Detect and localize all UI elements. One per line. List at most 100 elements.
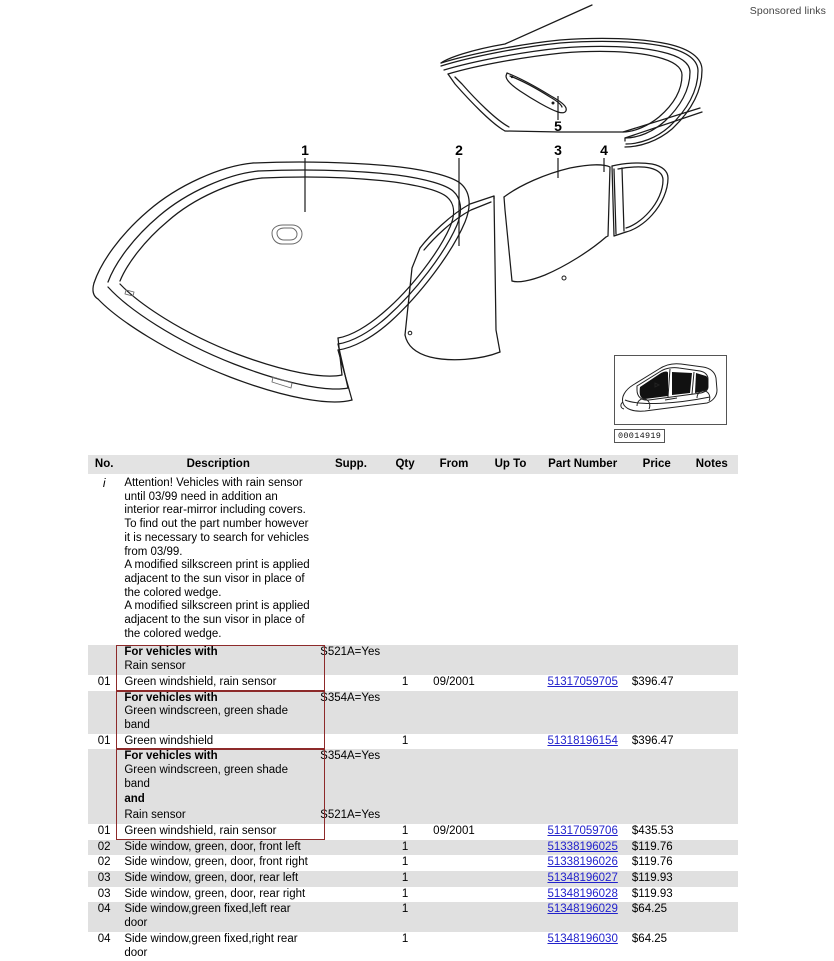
- part-number-link[interactable]: 51318196154: [547, 735, 617, 747]
- cell-part-number[interactable]: 51348196029: [537, 902, 627, 931]
- info-empty-cell: [628, 474, 686, 645]
- cell-part-number[interactable]: 51317059705: [537, 675, 627, 691]
- cell-qty: 1: [401, 734, 409, 747]
- condition-empty-cell: [386, 749, 425, 792]
- callout-2: 2: [455, 142, 463, 158]
- condition-empty-cell: [386, 645, 425, 674]
- cell-qty: 1: [401, 887, 409, 900]
- cell-price: $64.25: [631, 903, 668, 916]
- part-number-link[interactable]: 51338196026: [547, 856, 617, 868]
- table-row: 03 Side window, green, door, rear right 1 5…: [88, 886, 738, 903]
- header-supp: Supp.: [316, 455, 386, 474]
- cell-no: 01: [97, 734, 111, 747]
- cell-supp: [316, 902, 386, 931]
- part-number-link[interactable]: 51348196028: [547, 888, 617, 900]
- cell-no: 02: [97, 840, 111, 853]
- cell-from: 09/2001: [433, 675, 475, 688]
- table-row: 01 Green windshield, rain sensor 1 09/2001 5…: [88, 674, 738, 691]
- cell-price: $64.25: [631, 932, 668, 945]
- cell-qty: 1: [401, 871, 409, 884]
- cell-qty: 1: [401, 903, 409, 916]
- header-price: Price: [627, 455, 686, 474]
- condition-empty-cell: [424, 645, 483, 674]
- cell-supp: [316, 932, 386, 961]
- condition-empty-cell: [424, 691, 483, 734]
- condition-empty-cell: [628, 808, 686, 824]
- table-row: 01 Green windshield, rain sensor 1 09/2001 5…: [88, 823, 738, 840]
- thumbnail-label: 00014919: [614, 429, 666, 443]
- cell-description: Green windshield: [124, 734, 214, 747]
- info-row: i Attention! Vehicles with rain sensor un…: [88, 474, 738, 646]
- thumbnail-image: [614, 355, 727, 425]
- cell-notes: [686, 932, 738, 961]
- cell-part-number[interactable]: 51338196026: [537, 855, 627, 871]
- cell-qty: 1: [401, 840, 409, 853]
- cell-description: Side window,green fixed,left rear door: [124, 903, 291, 930]
- condition-empty-cell: [686, 792, 738, 808]
- condition-empty-cell: [537, 645, 627, 674]
- part-number-link[interactable]: 51317059705: [547, 676, 617, 688]
- cell-supp: [316, 824, 386, 840]
- condition-empty-cell: [484, 749, 538, 792]
- cell-description: Side window, green, door, rear right: [124, 887, 306, 900]
- cell-from: [424, 734, 483, 750]
- callout-3: 3: [554, 142, 562, 158]
- cell-description: Side window, green, door, front right: [124, 856, 308, 869]
- cell-notes: [686, 902, 738, 931]
- cell-notes: [686, 675, 738, 691]
- condition-empty-cell: [628, 691, 686, 734]
- cell-qty: 1: [401, 932, 409, 945]
- condition-line: Rain sensor: [124, 809, 186, 822]
- part-number-link[interactable]: 51348196029: [547, 903, 617, 915]
- cell-part-number[interactable]: 51338196025: [537, 840, 627, 856]
- cell-up-to: [484, 871, 538, 887]
- cell-part-number[interactable]: 51348196030: [537, 932, 627, 961]
- condition-empty-cell: [628, 645, 686, 674]
- condition-supp-code: S521A=Yes: [320, 646, 381, 659]
- cell-from: [424, 887, 483, 903]
- cell-up-to: [484, 675, 538, 691]
- condition-no-spacer: [88, 808, 120, 824]
- condition-empty-cell: [537, 808, 627, 824]
- cell-part-number[interactable]: 51317059706: [537, 824, 627, 840]
- condition-empty-cell: [424, 749, 483, 792]
- cell-up-to: [484, 824, 538, 840]
- condition-description: and: [120, 792, 316, 808]
- condition-empty-cell: [628, 749, 686, 792]
- condition-line: Rain sensor: [124, 660, 186, 673]
- parts-table: No. Description Supp. Qty From Up To Par…: [88, 455, 738, 961]
- vehicle-thumbnail: 00014919: [614, 355, 732, 447]
- cell-up-to: [484, 855, 538, 871]
- cell-part-number[interactable]: 51318196154: [537, 734, 627, 750]
- cell-qty: 1: [401, 856, 409, 869]
- cell-from: [424, 840, 483, 856]
- condition-empty-cell: [686, 691, 738, 734]
- cell-supp: [316, 887, 386, 903]
- cell-description: Side window, green, door, rear left: [124, 871, 299, 884]
- part-number-link[interactable]: 51338196025: [547, 841, 617, 853]
- cell-notes: [686, 734, 738, 750]
- part-number-link[interactable]: 51348196030: [547, 933, 617, 945]
- condition-empty-cell: [686, 645, 738, 674]
- condition-no-spacer: [88, 691, 120, 734]
- info-empty-cell: [484, 474, 538, 645]
- info-empty-cell: [316, 474, 386, 645]
- condition-empty-cell: [686, 808, 738, 824]
- cell-price: $119.93: [631, 871, 673, 884]
- info-empty-cell: [424, 474, 483, 645]
- cell-part-number[interactable]: 51348196028: [537, 887, 627, 903]
- condition-empty-cell: [484, 645, 538, 674]
- cell-up-to: [484, 734, 538, 750]
- part-number-link[interactable]: 51317059706: [547, 825, 617, 837]
- condition-description: Rain sensor: [120, 808, 316, 824]
- table-row: 04 Side window,green fixed,left rear door…: [88, 902, 738, 932]
- part-number-link[interactable]: 51348196027: [547, 872, 617, 884]
- condition-empty-cell: [386, 808, 425, 824]
- cell-price: $396.47: [631, 734, 674, 747]
- cell-supp: [316, 675, 386, 691]
- cell-part-number[interactable]: 51348196027: [537, 871, 627, 887]
- cell-description: Side window, green, door, front left: [124, 840, 301, 853]
- cell-description: Side window,green fixed,right rear door: [124, 932, 298, 959]
- condition-supp-code: [316, 792, 386, 808]
- table-body: i Attention! Vehicles with rain sensor un…: [88, 474, 738, 961]
